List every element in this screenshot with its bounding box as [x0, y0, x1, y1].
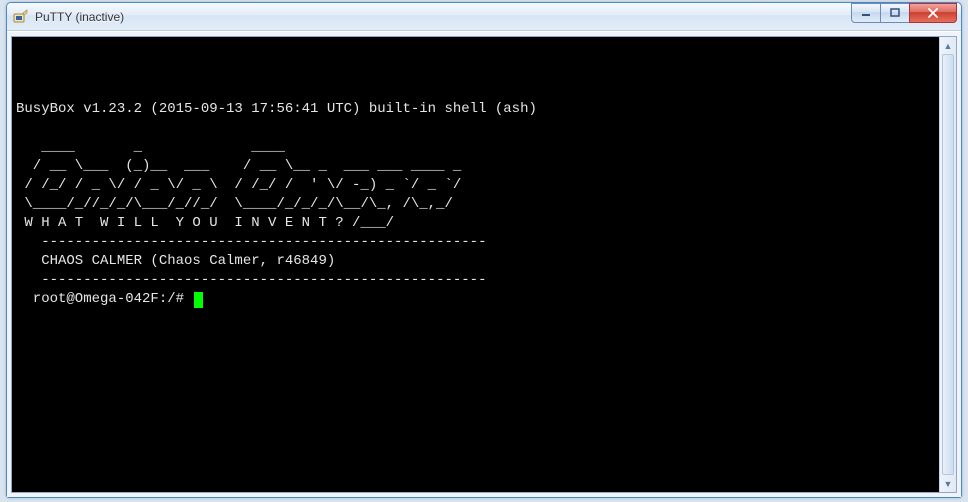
shell-prompt: root@Omega-042F:/# [16, 290, 192, 309]
terminal-line: ----------------------------------------… [16, 234, 486, 250]
putty-window: PuTTY (inactive) BusyBox v1.23.2 (2015-0… [6, 2, 962, 498]
terminal-line: \____/_//_/_/\___/_//_/ \____/_/_/_/\__/… [16, 196, 453, 212]
vertical-scrollbar[interactable]: ▲ ▼ [939, 37, 956, 492]
scroll-down-icon[interactable]: ▼ [940, 475, 956, 492]
terminal-line: / /_/ / _ \/ / _ \/ _ \ / /_/ / ' \/ -_)… [16, 177, 461, 193]
terminal[interactable]: BusyBox v1.23.2 (2015-09-13 17:56:41 UTC… [12, 37, 939, 492]
terminal-line: / __ \___ (_)__ ___ / __ \__ _ ___ ___ _… [16, 158, 461, 174]
cursor [194, 292, 203, 308]
terminal-line: ____ _ ____ [16, 139, 285, 155]
terminal-line: CHAOS CALMER (Chaos Calmer, r46849) [16, 253, 335, 269]
minimize-button[interactable] [851, 3, 881, 23]
terminal-line: ----------------------------------------… [16, 272, 486, 288]
terminal-line: W H A T W I L L Y O U I N V E N T ? /___… [16, 215, 394, 231]
scroll-thumb[interactable] [942, 54, 954, 475]
close-icon [927, 8, 939, 18]
window-title: PuTTY (inactive) [35, 10, 852, 24]
client-area: BusyBox v1.23.2 (2015-09-13 17:56:41 UTC… [7, 31, 961, 497]
scroll-track[interactable] [940, 54, 956, 475]
maximize-icon [890, 8, 900, 18]
terminal-frame: BusyBox v1.23.2 (2015-09-13 17:56:41 UTC… [11, 36, 957, 493]
maximize-button[interactable] [880, 3, 910, 23]
putty-icon [13, 9, 29, 25]
titlebar[interactable]: PuTTY (inactive) [7, 3, 961, 31]
close-button[interactable] [909, 3, 957, 23]
window-buttons [852, 3, 957, 23]
scroll-up-icon[interactable]: ▲ [940, 37, 956, 54]
prompt-line: root@Omega-042F:/# [16, 290, 935, 309]
minimize-icon [861, 8, 871, 18]
terminal-line: BusyBox v1.23.2 (2015-09-13 17:56:41 UTC… [16, 101, 537, 117]
